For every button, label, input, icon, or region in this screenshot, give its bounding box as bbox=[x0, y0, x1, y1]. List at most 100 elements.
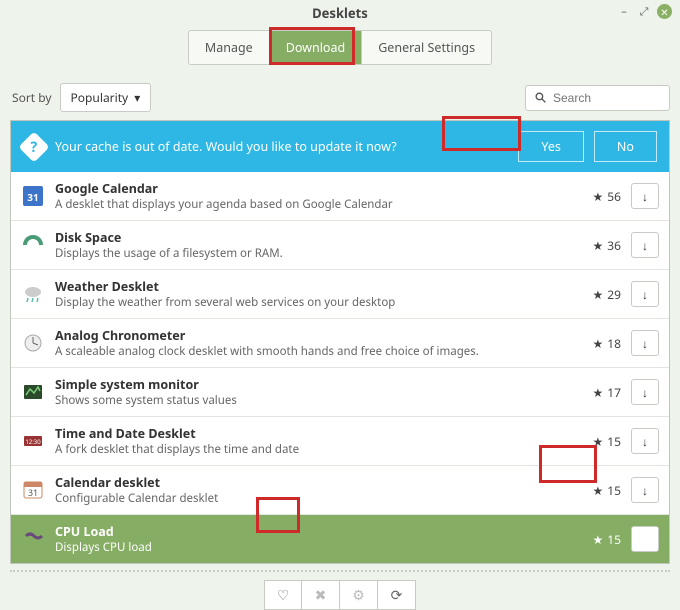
list-item[interactable]: Simple system monitorShows some system s… bbox=[11, 368, 669, 417]
info-button[interactable]: ♡ bbox=[264, 580, 302, 610]
sort-label: Sort by bbox=[10, 89, 52, 106]
svg-text:12:30: 12:30 bbox=[25, 438, 41, 446]
no-button[interactable]: No bbox=[594, 131, 657, 162]
calendar-icon: 31 bbox=[21, 184, 45, 208]
item-desc: A fork desklet that displays the time an… bbox=[55, 442, 567, 457]
question-icon: ? bbox=[18, 131, 49, 162]
item-name: Analog Chronometer bbox=[55, 327, 567, 344]
tabbar: Manage Download General Settings bbox=[0, 26, 680, 75]
star-icon: ★ bbox=[593, 531, 604, 548]
cache-message: Your cache is out of date. Would you lik… bbox=[55, 138, 508, 155]
download-icon: ↓ bbox=[642, 433, 648, 450]
download-button[interactable]: ↓ bbox=[631, 477, 659, 503]
item-name: Calendar desklet bbox=[55, 474, 567, 491]
star-icon: ★ bbox=[593, 384, 604, 401]
refresh-icon: ⟳ bbox=[391, 586, 403, 605]
remove-button: ✖ bbox=[302, 580, 340, 610]
yes-button[interactable]: Yes bbox=[518, 131, 584, 162]
download-button[interactable]: ↓ bbox=[631, 428, 659, 454]
download-button[interactable]: ↓ bbox=[631, 183, 659, 209]
item-desc: Displays the usage of a filesystem or RA… bbox=[55, 246, 567, 261]
star-icon: ★ bbox=[593, 482, 604, 499]
content: Sort by Popularity ▾ ? Your cache is out… bbox=[0, 75, 680, 610]
bulb-icon: ♡ bbox=[277, 586, 290, 605]
download-icon: ↓ bbox=[642, 384, 648, 401]
desklet-list: 31 Google CalendarA desklet that display… bbox=[10, 172, 670, 564]
monitor-icon bbox=[21, 380, 45, 404]
weather-icon bbox=[21, 282, 45, 306]
bottom-toolbar: ♡ ✖ ⚙ ⟳ bbox=[10, 570, 670, 610]
download-button[interactable]: ↓ bbox=[631, 379, 659, 405]
star-count: ★29 bbox=[577, 286, 621, 303]
list-item[interactable]: Analog ChronometerA scaleable analog clo… bbox=[11, 319, 669, 368]
item-name: Simple system monitor bbox=[55, 376, 567, 393]
clock-icon bbox=[21, 331, 45, 355]
time-icon: 12:30 bbox=[21, 429, 45, 453]
window-title: Desklets bbox=[312, 4, 368, 22]
star-icon: ★ bbox=[593, 286, 604, 303]
item-desc: Displays CPU load bbox=[55, 540, 567, 555]
download-button[interactable]: ↓ bbox=[631, 330, 659, 356]
star-icon: ★ bbox=[593, 335, 604, 352]
list-item[interactable]: 31 Google CalendarA desklet that display… bbox=[11, 172, 669, 221]
star-count: ★15 bbox=[577, 482, 621, 499]
download-icon: ↓ bbox=[642, 286, 648, 303]
item-desc: Display the weather from several web ser… bbox=[55, 295, 567, 310]
item-name: Time and Date Desklet bbox=[55, 425, 567, 442]
list-item[interactable]: 31 Calendar deskletConfigurable Calendar… bbox=[11, 466, 669, 515]
download-icon: ↓ bbox=[642, 188, 648, 205]
chevron-down-icon: ▾ bbox=[134, 89, 140, 106]
calendar2-icon: 31 bbox=[21, 478, 45, 502]
item-name: Weather Desklet bbox=[55, 278, 567, 295]
star-count: ★17 bbox=[577, 384, 621, 401]
download-button[interactable]: ↓ bbox=[631, 232, 659, 258]
tab-general-settings[interactable]: General Settings bbox=[362, 31, 491, 64]
star-icon: ★ bbox=[593, 188, 604, 205]
download-button[interactable]: ↓ bbox=[631, 526, 659, 552]
download-icon: ↓ bbox=[642, 237, 648, 254]
item-desc: Shows some system status values bbox=[55, 393, 567, 408]
item-name: Google Calendar bbox=[55, 180, 567, 197]
window-controls: – ⤢ ✕ bbox=[617, 4, 672, 19]
settings-button: ⚙ bbox=[340, 580, 378, 610]
list-item[interactable]: Weather DeskletDisplay the weather from … bbox=[11, 270, 669, 319]
sort-select[interactable]: Popularity ▾ bbox=[60, 83, 152, 112]
maximize-button[interactable]: ⤢ bbox=[637, 5, 651, 19]
search-input[interactable] bbox=[553, 91, 680, 105]
star-icon: ★ bbox=[593, 237, 604, 254]
titlebar: Desklets – ⤢ ✕ bbox=[0, 0, 680, 26]
search-box[interactable] bbox=[525, 85, 670, 111]
sort-row: Sort by Popularity ▾ bbox=[10, 75, 670, 120]
cache-notification: ? Your cache is out of date. Would you l… bbox=[10, 120, 670, 172]
gear-icon: ⚙ bbox=[352, 586, 365, 605]
download-icon: ↓ bbox=[642, 531, 648, 548]
download-button[interactable]: ↓ bbox=[631, 281, 659, 307]
list-item[interactable]: Disk SpaceDisplays the usage of a filesy… bbox=[11, 221, 669, 270]
item-desc: A scaleable analog clock desklet with sm… bbox=[55, 344, 567, 359]
star-count: ★56 bbox=[577, 188, 621, 205]
item-name: CPU Load bbox=[55, 523, 567, 540]
download-icon: ↓ bbox=[642, 335, 648, 352]
remove-icon: ✖ bbox=[315, 586, 327, 605]
item-name: Disk Space bbox=[55, 229, 567, 246]
tab-group: Manage Download General Settings bbox=[188, 30, 492, 65]
search-icon bbox=[534, 91, 547, 104]
close-button[interactable]: ✕ bbox=[657, 4, 672, 19]
star-count: ★36 bbox=[577, 237, 621, 254]
tab-manage[interactable]: Manage bbox=[189, 31, 270, 64]
disk-icon bbox=[21, 233, 45, 257]
star-count: ★15 bbox=[577, 531, 621, 548]
list-item[interactable]: 12:30 Time and Date DeskletA fork deskle… bbox=[11, 417, 669, 466]
cpu-icon bbox=[21, 527, 45, 551]
item-desc: A desklet that displays your agenda base… bbox=[55, 197, 567, 212]
minimize-button[interactable]: – bbox=[617, 5, 631, 19]
tab-download[interactable]: Download bbox=[270, 31, 362, 64]
star-count: ★18 bbox=[577, 335, 621, 352]
sort-value: Popularity bbox=[71, 89, 129, 106]
svg-text:31: 31 bbox=[27, 190, 38, 204]
refresh-button[interactable]: ⟳ bbox=[378, 580, 416, 610]
download-icon: ↓ bbox=[642, 482, 648, 499]
svg-text:31: 31 bbox=[28, 486, 38, 499]
item-desc: Configurable Calendar desklet bbox=[55, 491, 567, 506]
star-icon: ★ bbox=[593, 433, 604, 450]
